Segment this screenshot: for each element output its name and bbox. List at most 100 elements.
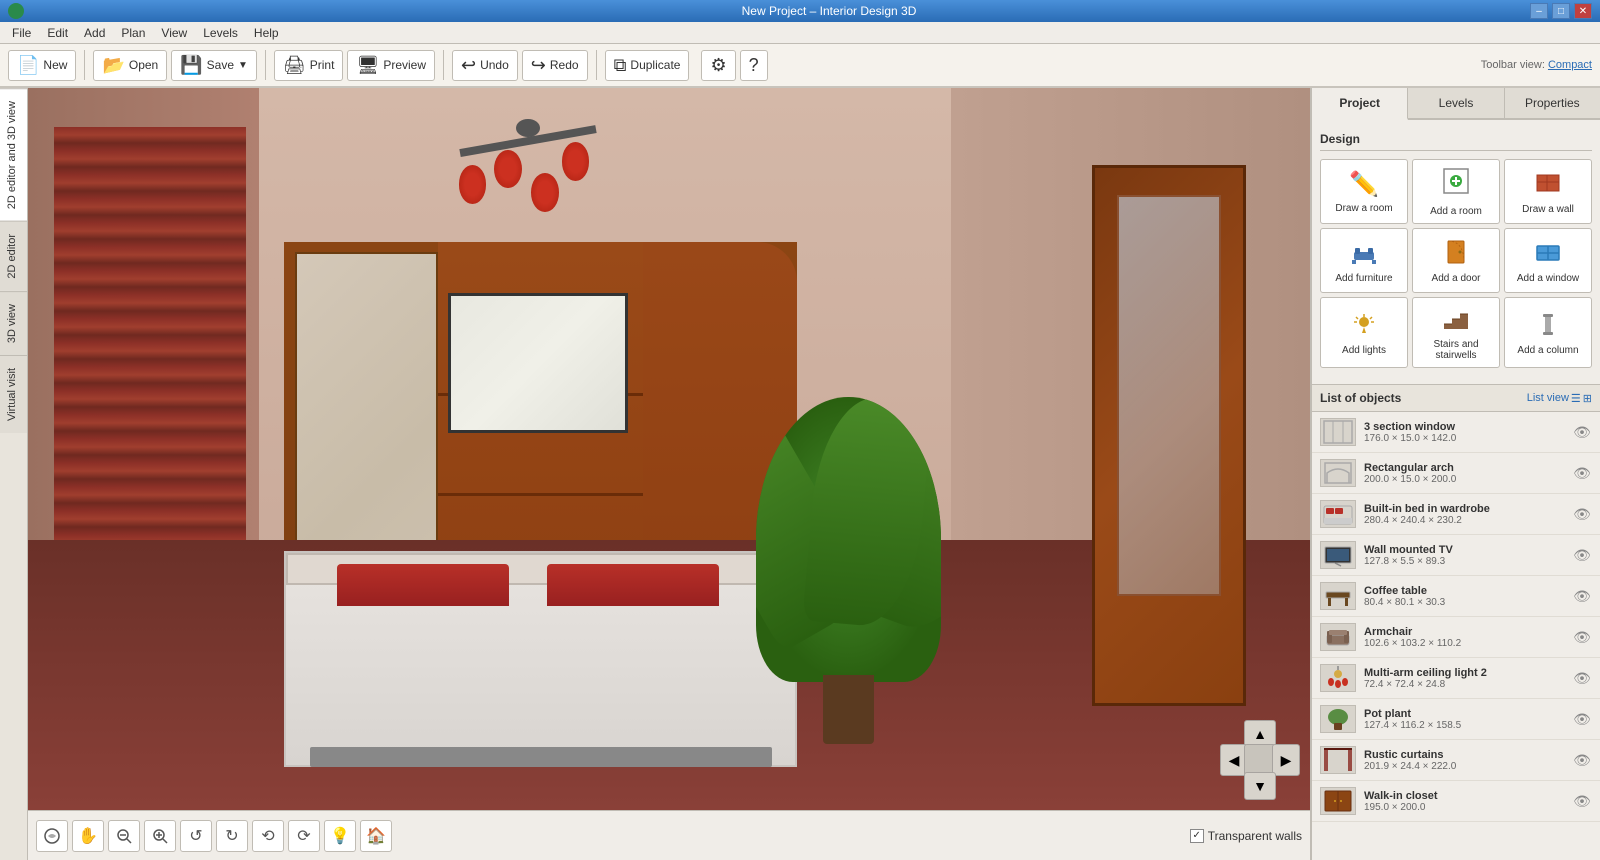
add-door-button[interactable]: Add a door xyxy=(1412,228,1500,293)
settings-icon: ⚙ xyxy=(710,55,726,76)
object-dims-curtains: 201.9 × 24.4 × 222.0 xyxy=(1364,761,1564,772)
pillow-right xyxy=(547,564,719,606)
nav-right-button[interactable]: ▶ xyxy=(1272,744,1300,776)
close-button[interactable]: ✕ xyxy=(1574,3,1592,19)
object-thumb-bed xyxy=(1320,500,1356,528)
object-item-arch[interactable]: Rectangular arch 200.0 × 15.0 × 200.0 👁 xyxy=(1312,453,1600,494)
new-button[interactable]: 📄 New xyxy=(8,50,76,81)
object-item-bed[interactable]: Built-in bed in wardrobe 280.4 × 240.4 ×… xyxy=(1312,494,1600,535)
tab-project[interactable]: Project xyxy=(1312,88,1408,120)
tab-3d[interactable]: 3D view xyxy=(0,291,27,355)
object-eye-curtains[interactable]: 👁 xyxy=(1572,750,1592,770)
vp-zoom-in-button[interactable] xyxy=(144,820,176,852)
draw-wall-button[interactable]: Draw a wall xyxy=(1504,159,1592,224)
undo-button[interactable]: ↩ Undo xyxy=(452,50,518,81)
vp-orbit-right-button[interactable]: ⟳ xyxy=(288,820,320,852)
vp-orbit-left-button[interactable]: ⟲ xyxy=(252,820,284,852)
object-name-arch: Rectangular arch xyxy=(1364,462,1564,474)
settings-button[interactable]: ⚙ xyxy=(701,50,735,81)
menu-add[interactable]: Add xyxy=(76,24,113,42)
vp-zoom-out-button[interactable] xyxy=(108,820,140,852)
stairs-button[interactable]: Stairs and stairwells xyxy=(1412,297,1500,368)
add-room-icon xyxy=(1442,167,1470,202)
object-eye-ceiling-light[interactable]: 👁 xyxy=(1572,668,1592,688)
draw-room-button[interactable]: ✏️ Draw a room xyxy=(1320,159,1408,224)
help-button[interactable]: ? xyxy=(740,50,768,81)
vp-rotate-right-button[interactable]: ↻ xyxy=(216,820,248,852)
view-label: Toolbar view: xyxy=(1481,59,1545,71)
object-eye-coffee-table[interactable]: 👁 xyxy=(1572,586,1592,606)
tab-2d-3d[interactable]: 2D editor and 3D view xyxy=(0,88,27,221)
duplicate-icon: ⧉ xyxy=(614,55,627,76)
duplicate-button[interactable]: ⧉ Duplicate xyxy=(605,50,690,81)
add-window-button[interactable]: Add a window xyxy=(1504,228,1592,293)
object-info-armchair: Armchair 102.6 × 103.2 × 110.2 xyxy=(1364,626,1564,649)
menu-plan[interactable]: Plan xyxy=(113,24,153,42)
add-furniture-button[interactable]: Add furniture xyxy=(1320,228,1408,293)
menu-help[interactable]: Help xyxy=(246,24,287,42)
object-eye-tv[interactable]: 👁 xyxy=(1572,545,1592,565)
object-item-curtains[interactable]: Rustic curtains 201.9 × 24.4 × 222.0 👁 xyxy=(1312,740,1600,781)
open-button[interactable]: 📂 Open xyxy=(93,50,167,81)
vp-home-button[interactable]: 🏠 xyxy=(360,820,392,852)
object-dims-closet: 195.0 × 200.0 xyxy=(1364,802,1564,813)
object-item-closet[interactable]: Walk-in closet 195.0 × 200.0 👁 xyxy=(1312,781,1600,822)
object-item-ceiling-light[interactable]: Multi-arm ceiling light 2 72.4 × 72.4 × … xyxy=(1312,658,1600,699)
vp-light-button[interactable]: 💡 xyxy=(324,820,356,852)
tab-properties[interactable]: Properties xyxy=(1505,88,1600,118)
object-item-pot-plant[interactable]: Pot plant 127.4 × 116.2 × 158.5 👁 xyxy=(1312,699,1600,740)
tab-virtual[interactable]: Virtual visit xyxy=(0,355,27,433)
nav-down-button[interactable]: ▼ xyxy=(1244,772,1276,800)
add-room-button[interactable]: Add a room xyxy=(1412,159,1500,224)
object-eye-bed[interactable]: 👁 xyxy=(1572,504,1592,524)
object-eye-arch[interactable]: 👁 xyxy=(1572,463,1592,483)
titlebar-title: New Project – Interior Design 3D xyxy=(128,4,1530,18)
add-furniture-icon xyxy=(1350,238,1378,269)
toolbar-sep3 xyxy=(443,50,444,80)
object-dims-ceiling-light: 72.4 × 72.4 × 24.8 xyxy=(1364,679,1564,690)
vp-pan-button[interactable]: ✋ xyxy=(72,820,104,852)
object-item-armchair[interactable]: Armchair 102.6 × 103.2 × 110.2 👁 xyxy=(1312,617,1600,658)
menu-edit[interactable]: Edit xyxy=(39,24,76,42)
preview-button[interactable]: 🖥 Preview xyxy=(347,50,435,81)
object-eye-closet[interactable]: 👁 xyxy=(1572,791,1592,811)
toolbar-sep4 xyxy=(596,50,597,80)
print-button[interactable]: 🖨 Print xyxy=(274,50,344,81)
vp-360-button[interactable] xyxy=(36,820,68,852)
preview-label: Preview xyxy=(383,58,426,72)
vp-rotate-left-button[interactable]: ↺ xyxy=(180,820,212,852)
minimize-button[interactable]: – xyxy=(1530,3,1548,19)
object-item-tv[interactable]: Wall mounted TV 127.8 × 5.5 × 89.3 👁 xyxy=(1312,535,1600,576)
bed-footboard xyxy=(310,747,772,767)
add-column-button[interactable]: Add a column xyxy=(1504,297,1592,368)
view-mode-link[interactable]: Compact xyxy=(1548,59,1592,71)
object-item-coffee-table[interactable]: Coffee table 80.4 × 80.1 × 30.3 👁 xyxy=(1312,576,1600,617)
menu-view[interactable]: View xyxy=(153,24,195,42)
transparent-walls-checkbox[interactable] xyxy=(1190,829,1204,843)
3d-viewport[interactable]: ▲ ◀ ▶ ▼ ✋ ↺ ↻ ⟲ ⟳ 💡 🏠 xyxy=(28,88,1310,860)
list-view-button[interactable]: List view ☰ ⊞ xyxy=(1527,392,1592,405)
object-thumb-tv xyxy=(1320,541,1356,569)
object-name-ceiling-light: Multi-arm ceiling light 2 xyxy=(1364,667,1564,679)
save-button[interactable]: 💾 Save ▼ xyxy=(171,50,257,81)
tab-levels[interactable]: Levels xyxy=(1408,88,1504,118)
maximize-button[interactable]: □ xyxy=(1552,3,1570,19)
object-dims-coffee-table: 80.4 × 80.1 × 30.3 xyxy=(1364,597,1564,608)
add-lights-button[interactable]: Add lights xyxy=(1320,297,1408,368)
tab-2d[interactable]: 2D editor xyxy=(0,221,27,291)
menu-levels[interactable]: Levels xyxy=(195,24,246,42)
object-eye-armchair[interactable]: 👁 xyxy=(1572,627,1592,647)
lamp-shade2 xyxy=(494,150,522,189)
lamp-shade1 xyxy=(459,165,487,204)
redo-button[interactable]: ↪ Redo xyxy=(522,50,588,81)
object-eye-pot-plant[interactable]: 👁 xyxy=(1572,709,1592,729)
object-info-window: 3 section window 176.0 × 15.0 × 142.0 xyxy=(1364,421,1564,444)
object-name-window: 3 section window xyxy=(1364,421,1564,433)
save-dropdown-arrow[interactable]: ▼ xyxy=(238,60,248,71)
right-panel: Project Levels Properties Design ✏️ Draw… xyxy=(1310,88,1600,860)
object-dims-arch: 200.0 × 15.0 × 200.0 xyxy=(1364,474,1564,485)
object-eye-window[interactable]: 👁 xyxy=(1572,422,1592,442)
object-item-window[interactable]: 3 section window 176.0 × 15.0 × 142.0 👁 xyxy=(1312,412,1600,453)
door-glass xyxy=(1117,195,1220,596)
menu-file[interactable]: File xyxy=(4,24,39,42)
